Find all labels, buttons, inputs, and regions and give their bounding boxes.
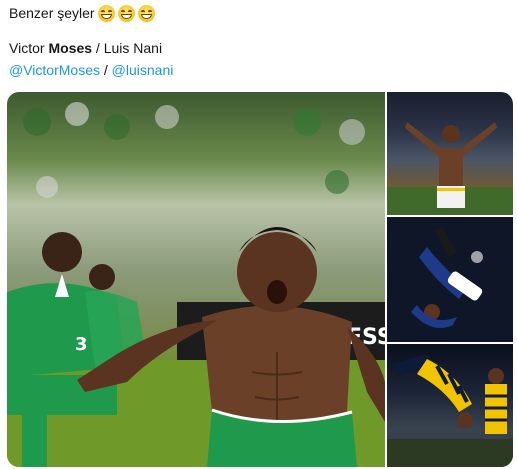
side-photo-3[interactable]: [387, 344, 513, 467]
mentions-line: @VictorMoses / @luisnani: [9, 61, 173, 79]
side-photo-3-illustration: [387, 354, 513, 467]
media-grid: ESS 3: [7, 92, 513, 467]
mention-victormoses-link[interactable]: @VictorMoses: [9, 62, 100, 78]
tweet-text: Benzer şeyler Victor Moses / Luis Nani @…: [9, 4, 173, 79]
grinning-face-icon: [117, 4, 135, 22]
grinning-face-icon: [137, 4, 155, 22]
side-photo-1-illustration: [387, 122, 513, 215]
jersey-number: 3: [75, 334, 88, 355]
bold-surname: Moses: [48, 40, 93, 56]
side-photo-2-illustration: [387, 217, 513, 342]
first-name: Victor: [9, 40, 45, 56]
mention-luisnani-link[interactable]: @luisnani: [112, 62, 174, 78]
grinning-face-icon: [97, 4, 115, 22]
names-separator: /: [95, 40, 100, 56]
main-photo-illustration: ESS 3: [7, 102, 385, 467]
tweet-intro: Benzer şeyler: [9, 5, 95, 21]
player-names: Victor Moses / Luis Nani: [9, 39, 173, 57]
mentions-separator: /: [103, 62, 108, 78]
second-name: Luis Nani: [103, 40, 163, 56]
side-photo-2[interactable]: [387, 217, 513, 342]
side-photo-1[interactable]: [387, 92, 513, 215]
tweet-intro-line: Benzer şeyler: [9, 4, 173, 22]
main-photo[interactable]: ESS 3: [7, 92, 385, 467]
